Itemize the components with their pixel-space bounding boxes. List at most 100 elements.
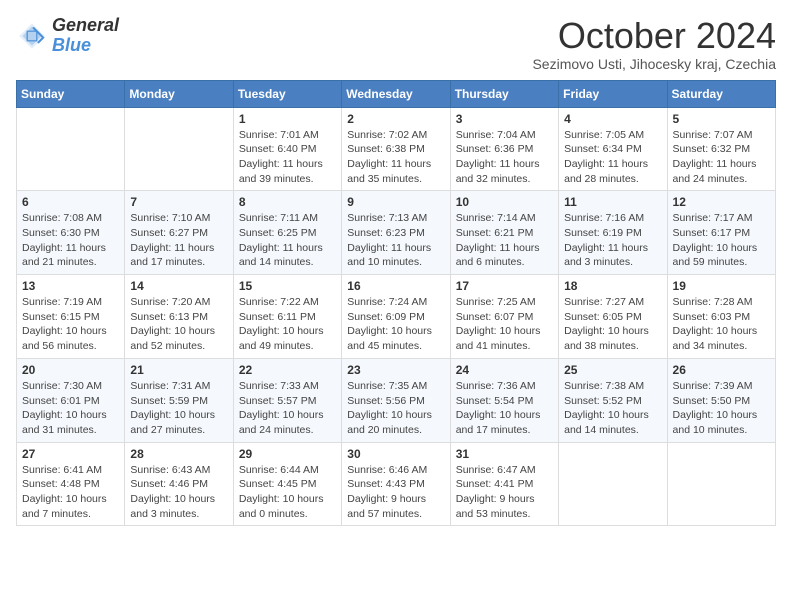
calendar-cell: 5Sunrise: 7:07 AM Sunset: 6:32 PM Daylig…: [667, 107, 775, 191]
day-number: 8: [239, 195, 336, 209]
calendar-cell: 15 Sunrise: 7:22 AM Sunset: 6:11 PM Dayli…: [233, 275, 341, 359]
day-number: 25: [564, 363, 661, 377]
day-info: Sunrise: 7:35 AM Sunset: 5:56 PM Dayligh…: [347, 379, 444, 438]
day-number: 2: [347, 112, 444, 126]
weekday-header-thursday: Thursday: [450, 80, 558, 107]
day-info: Sunrise: 7:10 AM Sunset: 6:27 PM Dayligh…: [130, 211, 227, 270]
week-row-5: 27 Sunrise: 6:41 AM Sunset: 4:48 PM Dayli…: [17, 442, 776, 526]
day-number: 13: [22, 279, 119, 293]
weekday-header-monday: Monday: [125, 80, 233, 107]
calendar-cell: 19 Sunrise: 7:28 AM Sunset: 6:03 PM Dayli…: [667, 275, 775, 359]
calendar-cell: 3Sunrise: 7:04 AM Sunset: 6:36 PM Daylig…: [450, 107, 558, 191]
calendar-cell: 22 Sunrise: 7:33 AM Sunset: 5:57 PM Dayli…: [233, 358, 341, 442]
calendar-cell: 17 Sunrise: 7:25 AM Sunset: 6:07 PM Dayli…: [450, 275, 558, 359]
day-number: 21: [130, 363, 227, 377]
day-info: Sunrise: 7:22 AM Sunset: 6:11 PM Dayligh…: [239, 295, 336, 354]
day-info: Sunrise: 7:30 AM Sunset: 6:01 PM Dayligh…: [22, 379, 119, 438]
day-info: Sunrise: 7:39 AM Sunset: 5:50 PM Dayligh…: [673, 379, 770, 438]
calendar-cell: 25 Sunrise: 7:38 AM Sunset: 5:52 PM Dayli…: [559, 358, 667, 442]
calendar-cell: 1Sunrise: 7:01 AM Sunset: 6:40 PM Daylig…: [233, 107, 341, 191]
day-number: 31: [456, 447, 553, 461]
day-info: Sunrise: 7:02 AM Sunset: 6:38 PM Dayligh…: [347, 128, 444, 187]
weekday-header-row: SundayMondayTuesdayWednesdayThursdayFrid…: [17, 80, 776, 107]
day-info: Sunrise: 7:05 AM Sunset: 6:34 PM Dayligh…: [564, 128, 661, 187]
day-number: 23: [347, 363, 444, 377]
logo-general: General: [52, 16, 119, 36]
day-info: Sunrise: 7:01 AM Sunset: 6:40 PM Dayligh…: [239, 128, 336, 187]
weekday-header-sunday: Sunday: [17, 80, 125, 107]
day-number: 18: [564, 279, 661, 293]
day-info: Sunrise: 7:11 AM Sunset: 6:25 PM Dayligh…: [239, 211, 336, 270]
day-number: 10: [456, 195, 553, 209]
day-info: Sunrise: 7:20 AM Sunset: 6:13 PM Dayligh…: [130, 295, 227, 354]
day-number: 24: [456, 363, 553, 377]
day-info: Sunrise: 7:17 AM Sunset: 6:17 PM Dayligh…: [673, 211, 770, 270]
day-number: 15: [239, 279, 336, 293]
day-number: 29: [239, 447, 336, 461]
day-number: 7: [130, 195, 227, 209]
week-row-4: 20 Sunrise: 7:30 AM Sunset: 6:01 PM Dayli…: [17, 358, 776, 442]
day-info: Sunrise: 7:27 AM Sunset: 6:05 PM Dayligh…: [564, 295, 661, 354]
week-row-1: 1Sunrise: 7:01 AM Sunset: 6:40 PM Daylig…: [17, 107, 776, 191]
day-info: Sunrise: 7:31 AM Sunset: 5:59 PM Dayligh…: [130, 379, 227, 438]
day-number: 16: [347, 279, 444, 293]
day-info: Sunrise: 7:13 AM Sunset: 6:23 PM Dayligh…: [347, 211, 444, 270]
day-info: Sunrise: 7:14 AM Sunset: 6:21 PM Dayligh…: [456, 211, 553, 270]
day-number: 6: [22, 195, 119, 209]
weekday-header-saturday: Saturday: [667, 80, 775, 107]
calendar-cell: 23 Sunrise: 7:35 AM Sunset: 5:56 PM Dayli…: [342, 358, 450, 442]
calendar-cell: [559, 442, 667, 526]
day-info: Sunrise: 7:24 AM Sunset: 6:09 PM Dayligh…: [347, 295, 444, 354]
calendar-cell: 13 Sunrise: 7:19 AM Sunset: 6:15 PM Dayli…: [17, 275, 125, 359]
title-block: October 2024 Sezimovo Usti, Jihocesky kr…: [532, 16, 776, 72]
day-number: 19: [673, 279, 770, 293]
day-number: 3: [456, 112, 553, 126]
day-number: 20: [22, 363, 119, 377]
calendar-table: SundayMondayTuesdayWednesdayThursdayFrid…: [16, 80, 776, 527]
calendar-cell: 27 Sunrise: 6:41 AM Sunset: 4:48 PM Dayli…: [17, 442, 125, 526]
day-number: 4: [564, 112, 661, 126]
calendar-cell: 26 Sunrise: 7:39 AM Sunset: 5:50 PM Dayli…: [667, 358, 775, 442]
day-info: Sunrise: 7:08 AM Sunset: 6:30 PM Dayligh…: [22, 211, 119, 270]
day-number: 27: [22, 447, 119, 461]
weekday-header-tuesday: Tuesday: [233, 80, 341, 107]
day-info: Sunrise: 6:47 AM Sunset: 4:41 PM Dayligh…: [456, 463, 553, 522]
calendar-cell: 31 Sunrise: 6:47 AM Sunset: 4:41 PM Dayli…: [450, 442, 558, 526]
day-info: Sunrise: 7:36 AM Sunset: 5:54 PM Dayligh…: [456, 379, 553, 438]
day-info: Sunrise: 7:33 AM Sunset: 5:57 PM Dayligh…: [239, 379, 336, 438]
calendar-cell: 12Sunrise: 7:17 AM Sunset: 6:17 PM Dayli…: [667, 191, 775, 275]
day-info: Sunrise: 7:38 AM Sunset: 5:52 PM Dayligh…: [564, 379, 661, 438]
month-title: October 2024: [532, 16, 776, 56]
day-info: Sunrise: 7:28 AM Sunset: 6:03 PM Dayligh…: [673, 295, 770, 354]
day-number: 30: [347, 447, 444, 461]
logo-icon: [16, 20, 48, 52]
calendar-cell: 10 Sunrise: 7:14 AM Sunset: 6:21 PM Dayli…: [450, 191, 558, 275]
day-number: 17: [456, 279, 553, 293]
logo: General Blue: [16, 16, 119, 56]
calendar-cell: 7 Sunrise: 7:10 AM Sunset: 6:27 PM Daylig…: [125, 191, 233, 275]
day-info: Sunrise: 6:41 AM Sunset: 4:48 PM Dayligh…: [22, 463, 119, 522]
weekday-header-wednesday: Wednesday: [342, 80, 450, 107]
calendar-cell: 24 Sunrise: 7:36 AM Sunset: 5:54 PM Dayli…: [450, 358, 558, 442]
calendar-cell: [667, 442, 775, 526]
day-info: Sunrise: 6:46 AM Sunset: 4:43 PM Dayligh…: [347, 463, 444, 522]
week-row-3: 13 Sunrise: 7:19 AM Sunset: 6:15 PM Dayli…: [17, 275, 776, 359]
day-info: Sunrise: 6:43 AM Sunset: 4:46 PM Dayligh…: [130, 463, 227, 522]
calendar-cell: 11Sunrise: 7:16 AM Sunset: 6:19 PM Dayli…: [559, 191, 667, 275]
day-info: Sunrise: 7:07 AM Sunset: 6:32 PM Dayligh…: [673, 128, 770, 187]
day-number: 26: [673, 363, 770, 377]
day-number: 11: [564, 195, 661, 209]
day-info: Sunrise: 7:25 AM Sunset: 6:07 PM Dayligh…: [456, 295, 553, 354]
calendar-cell: 21 Sunrise: 7:31 AM Sunset: 5:59 PM Dayli…: [125, 358, 233, 442]
calendar-cell: 18 Sunrise: 7:27 AM Sunset: 6:05 PM Dayli…: [559, 275, 667, 359]
calendar-cell: 29Sunrise: 6:44 AM Sunset: 4:45 PM Dayli…: [233, 442, 341, 526]
logo-blue: Blue: [52, 35, 91, 55]
day-number: 22: [239, 363, 336, 377]
week-row-2: 6 Sunrise: 7:08 AM Sunset: 6:30 PM Daylig…: [17, 191, 776, 275]
calendar-cell: 4 Sunrise: 7:05 AM Sunset: 6:34 PM Daylig…: [559, 107, 667, 191]
calendar-cell: 8 Sunrise: 7:11 AM Sunset: 6:25 PM Daylig…: [233, 191, 341, 275]
calendar-cell: 30 Sunrise: 6:46 AM Sunset: 4:43 PM Dayli…: [342, 442, 450, 526]
calendar-cell: 28Sunrise: 6:43 AM Sunset: 4:46 PM Dayli…: [125, 442, 233, 526]
calendar-cell: [125, 107, 233, 191]
day-info: Sunrise: 7:19 AM Sunset: 6:15 PM Dayligh…: [22, 295, 119, 354]
